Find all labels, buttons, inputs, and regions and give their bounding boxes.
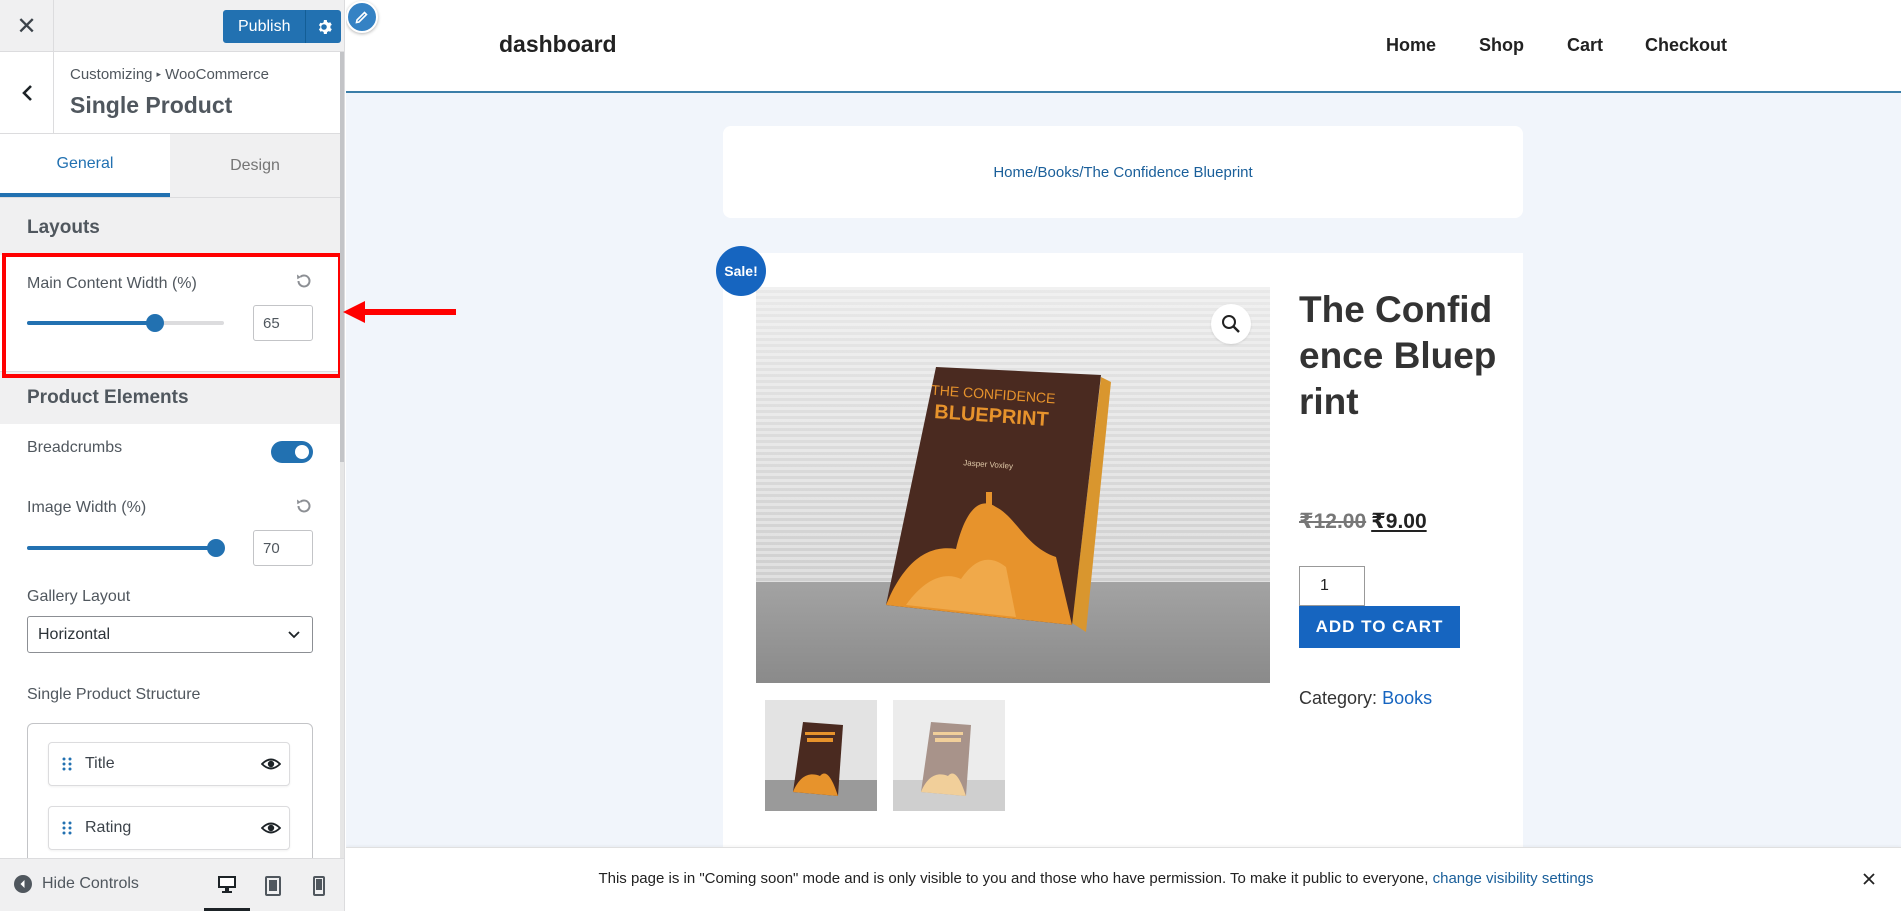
gallery-layout-select[interactable]: Horizontal [27, 616, 313, 653]
tab-design[interactable]: Design [170, 134, 340, 197]
breadcrumb-root: Customizing [70, 66, 153, 83]
quantity-input[interactable]: 1 [1299, 566, 1365, 606]
magnifier-icon [1222, 315, 1240, 333]
close-icon [1863, 873, 1875, 885]
sale-badge: Sale! [716, 246, 766, 296]
breadcrumb-books[interactable]: Books [1038, 164, 1080, 181]
breadcrumbs-toggle[interactable] [271, 441, 313, 463]
section-title: Single Product [70, 92, 233, 118]
structure-item-label: Rating [85, 819, 132, 836]
customizer-sidebar: ✕ Publish Customizing ▸ WooCommerce Single… [0, 0, 345, 911]
zoom-button[interactable] [1211, 304, 1251, 344]
publish-settings-button[interactable] [305, 10, 342, 43]
nav-home[interactable]: Home [1386, 35, 1436, 56]
gear-icon [318, 19, 332, 34]
site-title[interactable]: dashboard [499, 31, 617, 58]
breadcrumb-current: The Confidence Blueprint [1083, 163, 1253, 181]
slider-fill [27, 546, 216, 550]
structure-label: Single Product Structure [27, 686, 201, 703]
structure-item-title[interactable]: Title [48, 742, 290, 786]
close-customizer-button[interactable]: ✕ [0, 0, 54, 52]
notice-close-button[interactable] [1857, 867, 1881, 891]
hide-controls-button[interactable]: Hide Controls [14, 875, 139, 893]
highlight-box [2, 253, 342, 378]
reset-icon[interactable] [294, 496, 314, 516]
site-preview: dashboard Home Shop Cart Checkout Home /… [346, 0, 1901, 911]
nav-cart[interactable]: Cart [1567, 35, 1603, 56]
breadcrumb-separator: ▸ [156, 69, 162, 79]
settings-tabs: General Design [0, 134, 340, 198]
desktop-preview-button[interactable] [204, 859, 250, 911]
tablet-preview-button[interactable] [250, 859, 296, 911]
structure-item-rating[interactable]: Rating [48, 806, 290, 850]
product-price: ₹12.00 ₹9.00 [1299, 509, 1427, 534]
add-to-cart-button[interactable]: ADD TO CART [1299, 606, 1460, 648]
product-main-image[interactable]: THE CONFIDENCE BLUEPRINT Jasper Voxley [756, 287, 1270, 683]
eye-icon[interactable] [261, 756, 281, 772]
visibility-settings-link[interactable]: change visibility settings [1433, 870, 1594, 887]
desktop-icon [218, 875, 236, 893]
notice-message: This page is in "Coming soon" mode and i… [598, 870, 1433, 887]
product-elements-heading: Product Elements [27, 387, 189, 408]
site-header: dashboard Home Shop Cart Checkout [346, 0, 1901, 93]
category-link[interactable]: Books [1382, 688, 1432, 708]
hide-controls-label: Hide Controls [42, 875, 139, 892]
structure-item-label: Title [85, 755, 115, 772]
notice-text: This page is in "Coming soon" mode and i… [346, 870, 1846, 887]
breadcrumb-home[interactable]: Home [993, 164, 1033, 181]
tab-general[interactable]: General [0, 134, 170, 197]
gallery-layout-label: Gallery Layout [27, 588, 131, 605]
product-structure-list: Title Rating [27, 723, 313, 858]
collapse-icon [14, 875, 32, 893]
tablet-icon [265, 875, 281, 896]
publish-button[interactable]: Publish [223, 10, 306, 43]
customizer-footer: Hide Controls [0, 858, 344, 911]
customizer-breadcrumb: Customizing ▸ WooCommerce [70, 66, 269, 83]
customizer-topbar: ✕ Publish [0, 0, 344, 52]
category-label: Category: [1299, 688, 1378, 708]
slider-thumb[interactable] [207, 539, 225, 557]
old-price: ₹12.00 [1299, 510, 1367, 533]
publish-group: Publish [223, 10, 342, 43]
eye-icon[interactable] [261, 820, 281, 836]
mobile-icon [313, 875, 325, 896]
product-category: Category: Books [1299, 688, 1432, 709]
mobile-preview-button[interactable] [296, 859, 342, 911]
drag-handle-icon[interactable] [49, 757, 85, 771]
gallery-thumbnail-1[interactable] [765, 700, 877, 811]
chevron-down-icon [288, 631, 300, 639]
sale-price: ₹9.00 [1371, 510, 1427, 533]
pencil-icon [355, 11, 368, 24]
nav-shop[interactable]: Shop [1479, 35, 1524, 56]
coming-soon-notice: This page is in "Coming soon" mode and i… [346, 847, 1901, 911]
breadcrumbs-label: Breadcrumbs [27, 439, 123, 456]
image-width-input[interactable]: 70 [253, 530, 313, 566]
breadcrumb-parent: WooCommerce [165, 66, 269, 83]
back-button[interactable] [0, 52, 54, 134]
gallery-layout-value: Horizontal [38, 625, 111, 643]
edit-shortcut-button[interactable] [346, 1, 378, 33]
sidebar-scrollbar-thumb[interactable] [340, 52, 344, 462]
layouts-heading: Layouts [27, 217, 100, 238]
image-width-label: Image Width (%) [27, 499, 147, 516]
product-title: The Confidence Blueprint [1299, 289, 1497, 422]
annotation-arrow [343, 301, 456, 323]
gallery-thumbnail-2[interactable] [893, 700, 1005, 811]
section-header: Customizing ▸ WooCommerce Single Product [0, 52, 340, 134]
breadcrumb-card: Home / Books / The Confidence Blueprint [723, 126, 1523, 218]
drag-handle-icon[interactable] [49, 821, 85, 835]
chevron-left-icon [21, 85, 32, 101]
nav-checkout[interactable]: Checkout [1645, 35, 1727, 56]
image-width-slider[interactable] [27, 539, 225, 557]
